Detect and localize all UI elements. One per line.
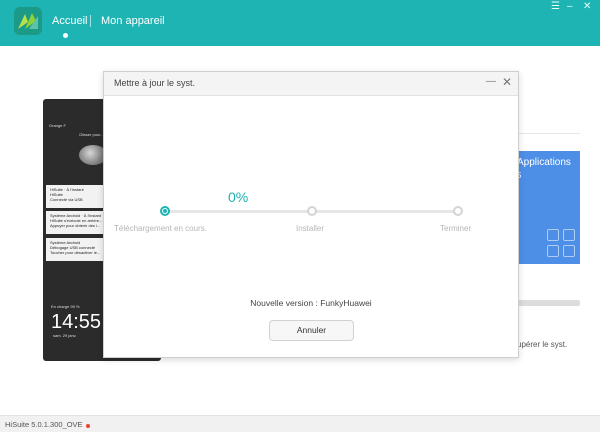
status-bar: HiSuite 5.0.1.300_OVE [0,415,600,432]
app-version: HiSuite 5.0.1.300_OVE [5,420,83,429]
dialog-close-icon[interactable]: ✕ [502,75,512,89]
restore-system-link[interactable]: upérer le syst. [517,340,567,349]
cancel-button[interactable]: Annuler [269,320,354,341]
new-version-info: Nouvelle version : FunkyHuawei [104,298,518,308]
phone-clock: 14:55 [51,311,102,333]
progress-percent: 0% [228,189,249,205]
apps-grid-icon [547,229,579,261]
minimize-icon[interactable]: – [567,2,573,12]
nav-mon-appareil[interactable]: Mon appareil [101,15,165,27]
hisuite-logo-icon [14,7,42,35]
step-finish-marker [453,206,463,216]
nav-accueil[interactable]: Accueil [52,15,87,27]
storage-bar [515,300,580,306]
active-nav-indicator [63,33,68,38]
new-version-label: Nouvelle version : [250,298,321,308]
nav-separator [90,15,91,27]
new-version-name: FunkyHuawei [320,298,372,308]
step-download-marker [160,206,170,216]
dialog-minimize-icon[interactable]: — [486,76,496,87]
dialog-title-bar: Mettre à jour le syst. — ✕ [104,72,518,96]
close-icon[interactable]: ✕ [583,2,591,12]
applications-tile-title: Applications [517,157,571,168]
app-header: Accueil Mon appareil ☰ – ✕ [0,0,600,46]
divider [515,133,580,134]
dialog-title: Mettre à jour le syst. [114,78,196,88]
step-download-label: Téléchargement en cours. [114,224,207,233]
step-install-marker [307,206,317,216]
update-dot-icon [86,424,90,428]
phone-swipe-hint: Glisser pour... [79,132,104,137]
phone-date: sam. 29 janv. [53,333,77,338]
menu-icon[interactable]: ☰ [551,2,560,12]
phone-carrier: Orange F [49,123,66,128]
system-update-dialog: Mettre à jour le syst. — ✕ 0% Télécharge… [103,71,519,358]
step-install-label: Installer [296,224,325,233]
step-finish-label: Terminer [440,224,472,233]
phone-charge-status: En charge 95 % [51,304,80,309]
applications-tile[interactable]: Applications 5 [513,151,580,264]
